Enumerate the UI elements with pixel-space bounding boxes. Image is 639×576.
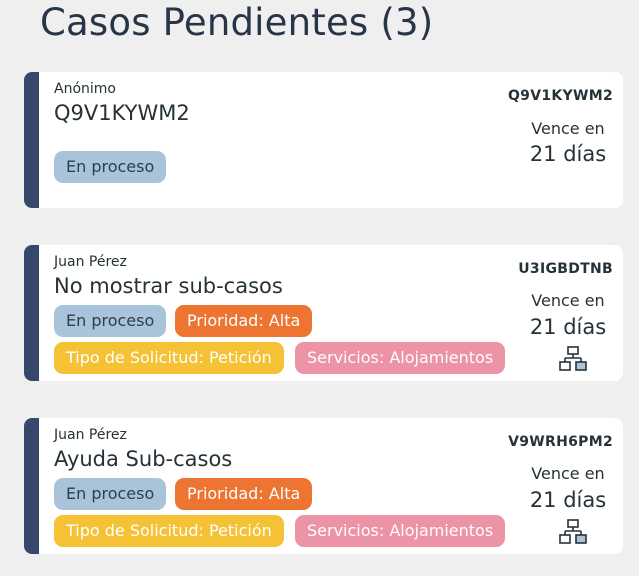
service-tag: Servicios: Alojamientos [295,515,506,547]
due-value: 21 días [529,142,607,166]
card-accent-bar [24,418,39,554]
status-tag: En proceso [54,305,167,337]
case-title: No mostrar sub-casos [54,274,283,298]
case-requester: Juan Pérez [54,427,127,443]
due-value: 21 días [529,315,607,339]
status-tag: En proceso [54,478,167,510]
due-value: 21 días [529,488,607,512]
case-card[interactable]: Anónimo Q9V1KYWM2 En proceso Q9V1KYWM2 V… [24,72,623,208]
card-accent-bar [24,245,39,381]
case-code: V9WRH6PM2 [508,434,613,450]
case-card[interactable]: Juan Pérez Ayuda Sub-casos En proceso Pr… [24,418,623,554]
case-requester: Anónimo [54,81,116,97]
due-label: Vence en [531,119,605,138]
hierarchy-icon [559,519,587,544]
case-code: Q9V1KYWM2 [507,88,613,104]
case-card[interactable]: Juan Pérez No mostrar sub-casos En proce… [24,245,623,381]
priority-tag: Prioridad: Alta [175,478,313,510]
request-type-tag: Tipo de Solicitud: Petición [54,342,284,374]
hierarchy-icon [559,346,587,371]
service-tag: Servicios: Alojamientos [295,342,506,374]
request-type-tag: Tipo de Solicitud: Petición [54,515,284,547]
case-code: U3IGBDTNB [518,261,613,277]
case-title: Ayuda Sub-casos [54,447,233,471]
card-accent-bar [24,72,39,208]
priority-tag: Prioridad: Alta [175,305,313,337]
page-title: Casos Pendientes (3) [40,1,434,44]
status-tag: En proceso [54,151,167,183]
case-requester: Juan Pérez [54,254,127,270]
due-label: Vence en [531,464,605,483]
case-title: Q9V1KYWM2 [54,101,190,125]
due-label: Vence en [531,291,605,310]
